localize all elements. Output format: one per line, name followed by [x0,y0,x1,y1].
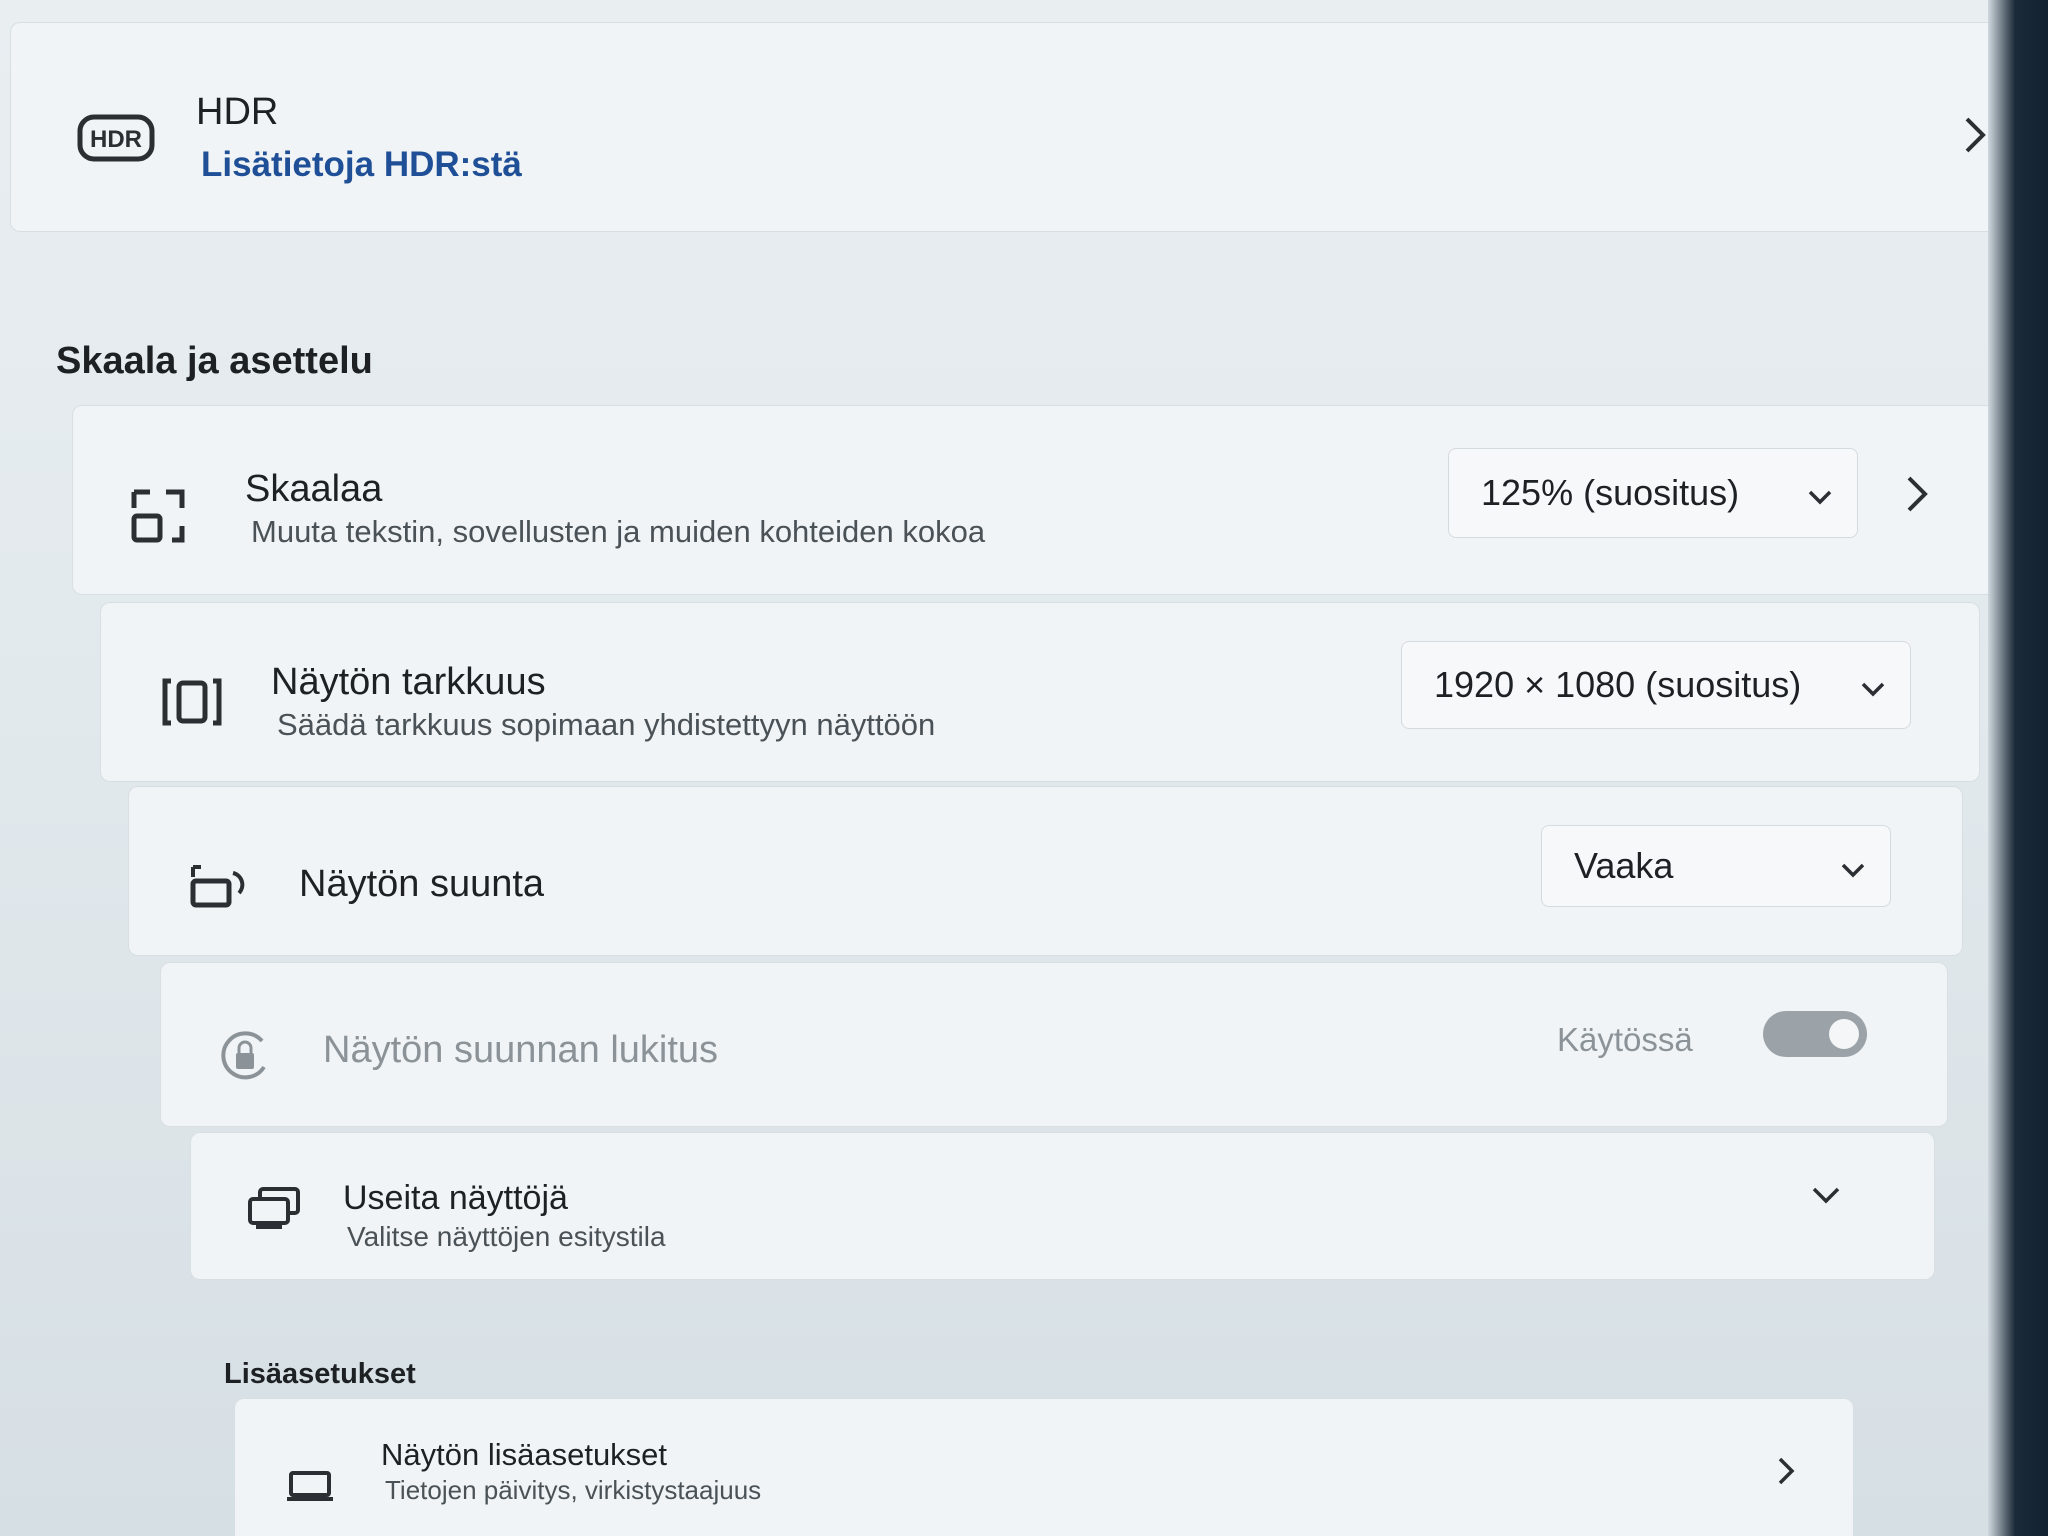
resolution-dropdown[interactable]: 1920 × 1080 (suositus) [1401,641,1911,729]
orientation-card: Näytön suunta Vaaka [128,786,1963,956]
hdr-title: HDR [196,91,279,133]
scale-dropdown[interactable]: 125% (suositus) [1448,448,1858,538]
laptop-icon [285,1469,335,1503]
resolution-subtitle: Säädä tarkkuus sopimaan yhdistettyyn näy… [277,707,936,742]
chevron-down-icon [1860,664,1886,706]
multiple-displays-title: Useita näyttöjä [343,1179,568,1217]
scale-chevron-right-icon[interactable] [1903,474,1931,519]
rotation-lock-card: Näytön suunnan lukitus Käytössä [160,962,1948,1127]
advanced-display-chevron-right-icon[interactable] [1775,1455,1797,1492]
hdr-icon: HDR [76,113,156,163]
scale-subtitle: Muuta tekstin, sovellusten ja muiden koh… [251,514,986,549]
rotation-lock-toggle[interactable] [1763,1011,1867,1057]
multiple-displays-subtitle: Valitse näyttöjen esitystila [347,1221,666,1252]
multiple-displays-card[interactable]: Useita näyttöjä Valitse näyttöjen esitys… [190,1132,1935,1280]
scale-title: Skaalaa [245,468,383,510]
chevron-down-icon [1807,472,1833,514]
advanced-display-subtitle: Tietojen päivitys, virkistystaajuus [385,1475,762,1505]
resolution-icon [161,675,223,729]
hdr-chevron-right-icon[interactable] [1961,115,1989,160]
resolution-title: Näytön tarkkuus [271,661,546,703]
scale-card[interactable]: Skaalaa Muuta tekstin, sovellusten ja mu… [72,405,1997,595]
hdr-card[interactable]: HDR HDR Lisätietoja HDR:stä [10,22,2025,232]
orientation-dropdown[interactable]: Vaaka [1541,825,1891,907]
svg-text:HDR: HDR [90,126,142,153]
chevron-down-icon [1840,845,1866,887]
advanced-display-title: Näytön lisäasetukset [381,1437,668,1472]
rotation-lock-icon [216,1029,276,1083]
scale-layout-heading: Skaala ja asettelu [56,340,373,382]
resolution-dropdown-value: 1920 × 1080 (suositus) [1434,664,1802,705]
rotation-lock-state-label: Käytössä [1557,1021,1693,1058]
resolution-card: Näytön tarkkuus Säädä tarkkuus sopimaan … [100,602,1980,782]
orientation-title: Näytön suunta [299,863,545,905]
advanced-display-card[interactable]: Näytön lisäasetukset Tietojen päivitys, … [234,1398,1854,1536]
toggle-knob [1829,1019,1859,1049]
more-settings-heading: Lisäasetukset [224,1358,416,1390]
settings-page: HDR HDR Lisätietoja HDR:stä Skaala ja as… [0,0,2048,1536]
multiple-displays-chevron-down-icon[interactable] [1811,1185,1841,1210]
rotation-lock-title: Näytön suunnan lukitus [323,1029,719,1071]
orientation-dropdown-value: Vaaka [1574,845,1674,886]
orientation-icon [189,863,249,909]
scale-icon [128,486,188,546]
hdr-learn-more-link[interactable]: Lisätietoja HDR:stä [201,145,522,185]
multiple-displays-icon [246,1185,302,1231]
background-desktop-edge [1988,0,2048,1536]
scale-dropdown-value: 125% (suositus) [1481,472,1740,513]
